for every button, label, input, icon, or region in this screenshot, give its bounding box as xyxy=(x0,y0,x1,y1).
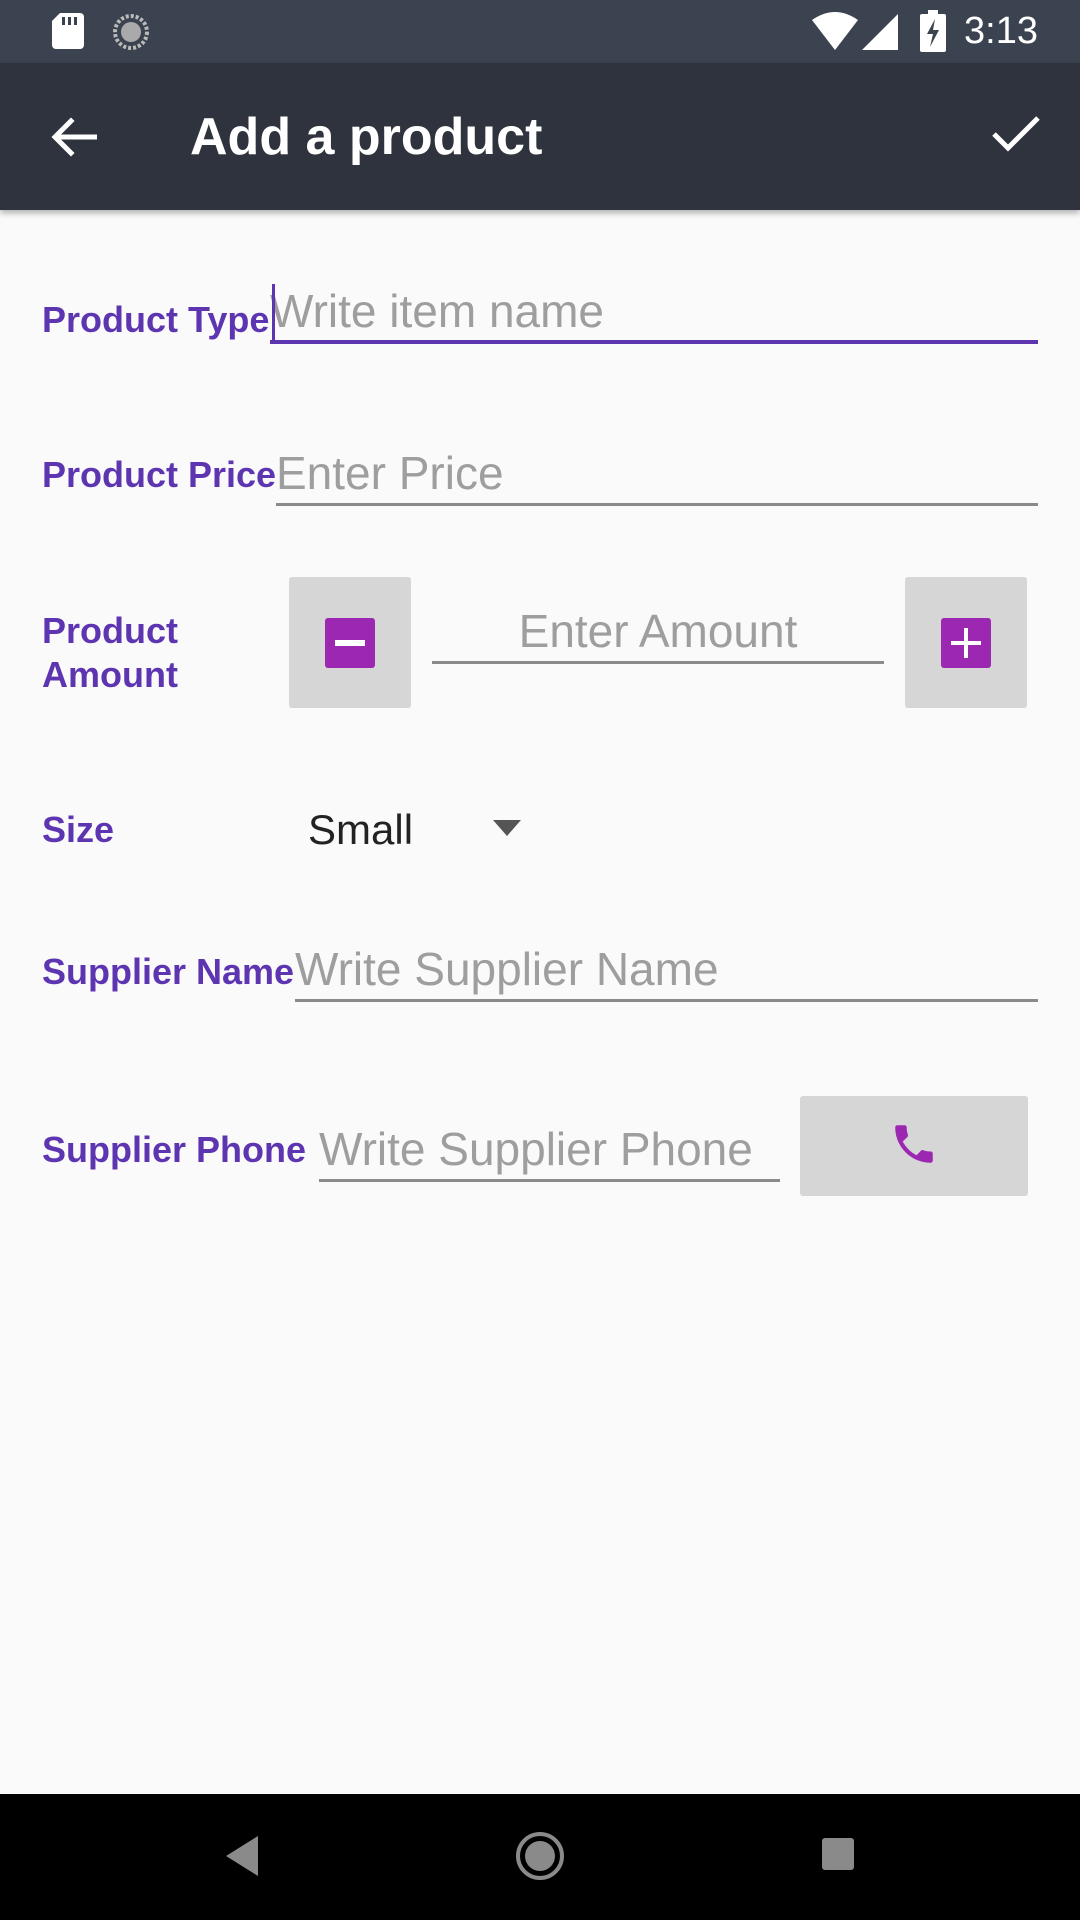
app-bar: Add a product xyxy=(0,63,1080,210)
size-label: Size xyxy=(42,809,115,850)
decrease-amount-button[interactable] xyxy=(289,577,411,708)
supplier-phone-input[interactable] xyxy=(319,1117,780,1181)
arrow-left-icon xyxy=(51,116,98,162)
battery-charging-icon xyxy=(920,10,946,57)
call-supplier-button[interactable] xyxy=(800,1096,1028,1196)
supplier-name-input[interactable] xyxy=(295,937,1038,1001)
increase-amount-button[interactable] xyxy=(905,577,1027,708)
status-bar: 3:13 xyxy=(0,0,1080,63)
text-cursor xyxy=(272,284,275,342)
product-price-label: Product Price xyxy=(42,454,277,495)
supplier-phone-label: Supplier Phone xyxy=(42,1129,307,1170)
plus-icon xyxy=(941,617,991,668)
nav-back-icon[interactable] xyxy=(222,1834,262,1883)
product-price-input[interactable] xyxy=(276,441,1038,505)
save-button[interactable] xyxy=(968,95,1064,175)
product-amount-input[interactable] xyxy=(432,599,884,663)
product-type-field xyxy=(270,278,1038,344)
dropdown-arrow-icon xyxy=(493,819,522,841)
product-type-input[interactable] xyxy=(270,280,1038,342)
product-amount-field xyxy=(432,598,884,664)
supplier-name-label: Supplier Name xyxy=(42,951,295,992)
supplier-name-field xyxy=(295,936,1038,1002)
minus-icon xyxy=(325,617,375,668)
nav-recents-icon[interactable] xyxy=(820,1836,856,1877)
size-selected-value: Small xyxy=(308,806,414,853)
wifi-icon xyxy=(812,12,858,55)
product-price-field xyxy=(276,440,1038,506)
supplier-phone-field xyxy=(319,1116,780,1182)
product-amount-label: Product Amount xyxy=(42,610,179,695)
phone-icon xyxy=(889,1119,939,1174)
signal-icon xyxy=(862,14,898,55)
check-icon xyxy=(991,114,1041,157)
back-button[interactable] xyxy=(34,99,114,179)
product-type-label: Product Type xyxy=(42,299,270,340)
nav-home-icon[interactable] xyxy=(514,1830,566,1887)
navigation-bar xyxy=(0,1794,1080,1920)
status-clock: 3:13 xyxy=(964,10,1038,52)
sd-card-icon xyxy=(52,13,84,54)
size-dropdown[interactable]: Small xyxy=(308,800,528,860)
page-title: Add a product xyxy=(190,108,543,166)
sync-icon xyxy=(112,13,150,56)
